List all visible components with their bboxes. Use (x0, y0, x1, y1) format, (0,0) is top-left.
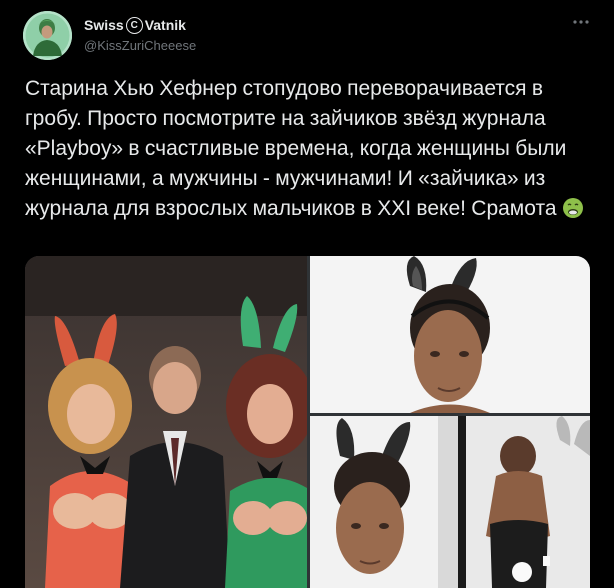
media-grid (25, 256, 590, 588)
tweet-text-body: Старина Хью Хефнер стопудово переворачив… (25, 77, 567, 220)
photo-bunny-ears-portrait[interactable] (310, 256, 590, 413)
author-name-right: Vatnik (144, 17, 186, 33)
nauseated-face-icon (562, 197, 584, 219)
copyright-icon: C (125, 16, 143, 34)
author-name-left: Swiss (84, 17, 124, 33)
more-icon (573, 20, 589, 24)
tweet-text: Старина Хью Хефнер стопудово переворачив… (25, 74, 595, 224)
author-display-name[interactable]: Swiss C Vatnik (84, 16, 186, 34)
avatar[interactable] (23, 11, 72, 60)
more-options-button[interactable] (568, 12, 594, 32)
tweet-card: Swiss C Vatnik @KissZuriCheeese Старина … (0, 0, 614, 588)
photo-hefner-with-bunnies[interactable] (25, 256, 307, 588)
author-handle[interactable]: @KissZuriCheeese (84, 38, 196, 53)
photo-bunny-ears-collage[interactable] (310, 416, 590, 588)
